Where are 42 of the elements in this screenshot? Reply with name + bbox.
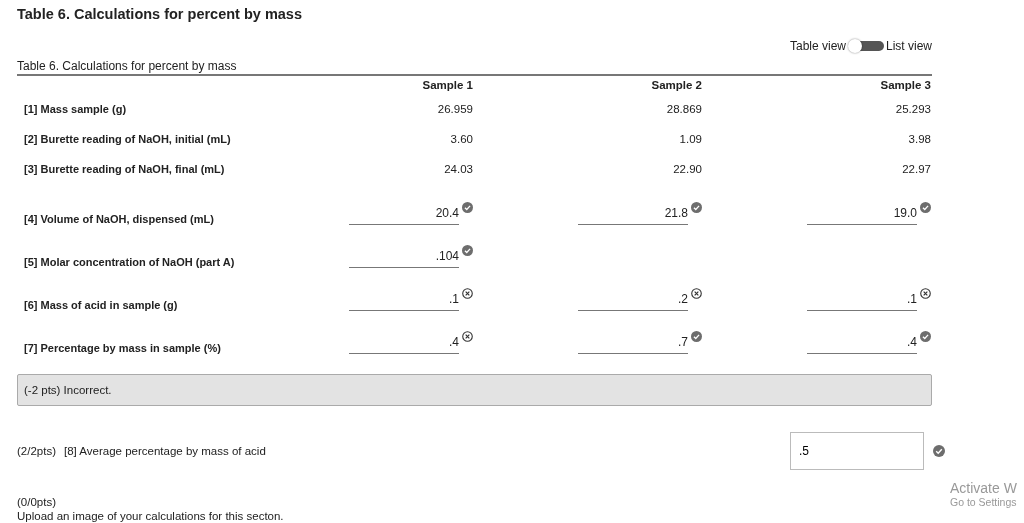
answer-field[interactable]: .1 (349, 292, 459, 311)
upload-instruction: Upload an image of your calculations for this secton. (17, 509, 284, 523)
table-cell: 22.90 (673, 163, 702, 175)
row-label: [5] Molar concentration of NaOH (part A) (24, 256, 235, 268)
table-cell: 3.60 (450, 133, 473, 145)
toggle-label: Table view (789, 39, 846, 53)
answer-field[interactable]: .1 (807, 292, 917, 311)
table-cell: 22.97 (902, 163, 931, 175)
column-header: Sample 3 (880, 79, 931, 91)
activation-notice: Go to Settings (950, 496, 1018, 508)
column-header: Sample 2 (651, 79, 702, 91)
table-cell: 28.869 (666, 103, 702, 115)
points-label: (0/0pts) (17, 495, 56, 509)
answer-field[interactable]: 20.4 (349, 206, 459, 225)
answer-field[interactable]: .4 (349, 335, 459, 354)
answer-field[interactable]: .2 (578, 292, 688, 311)
answer-field[interactable]: 21.8 (578, 206, 688, 225)
table-cell: 24.03 (444, 163, 473, 175)
question-label: [8] Average percentage by mass of acid (64, 445, 266, 457)
table-cell: 3.98 (908, 133, 931, 145)
feedback-banner: (-2 pts) Incorrect. (17, 374, 932, 406)
row-label: [6] Mass of acid in sample (g) (24, 299, 178, 311)
table-cell: 25.293 (895, 103, 931, 115)
answer-field[interactable]: .5 (790, 432, 924, 470)
points-label: (2/2pts) (17, 445, 56, 457)
row-label: [2] Burette reading of NaOH, initial (mL) (24, 133, 231, 145)
view-toggle[interactable] (848, 39, 884, 53)
page-title: Table 6. Calculations for percent by mass (17, 5, 303, 24)
table-caption: Table 6. Calculations for percent by mass (17, 58, 932, 76)
answer-field[interactable]: 19.0 (807, 206, 917, 225)
row-label: [3] Burette reading of NaOH, final (mL) (24, 163, 225, 175)
column-header: Sample 1 (422, 79, 473, 91)
table-cell: 1.09 (679, 133, 702, 145)
answer-field[interactable]: .4 (807, 335, 917, 354)
table-cell: 26.959 (437, 103, 473, 115)
answer-field[interactable]: .104 (349, 249, 459, 268)
activation-notice: Activate W (950, 480, 1018, 496)
row-label: [4] Volume of NaOH, dispensed (mL) (24, 213, 214, 225)
toggle-label: List view (886, 39, 932, 53)
row-label: [1] Mass sample (g) (24, 103, 127, 115)
row-label: [7] Percentage by mass in sample (%) (24, 342, 221, 354)
answer-field[interactable]: .7 (578, 335, 688, 354)
